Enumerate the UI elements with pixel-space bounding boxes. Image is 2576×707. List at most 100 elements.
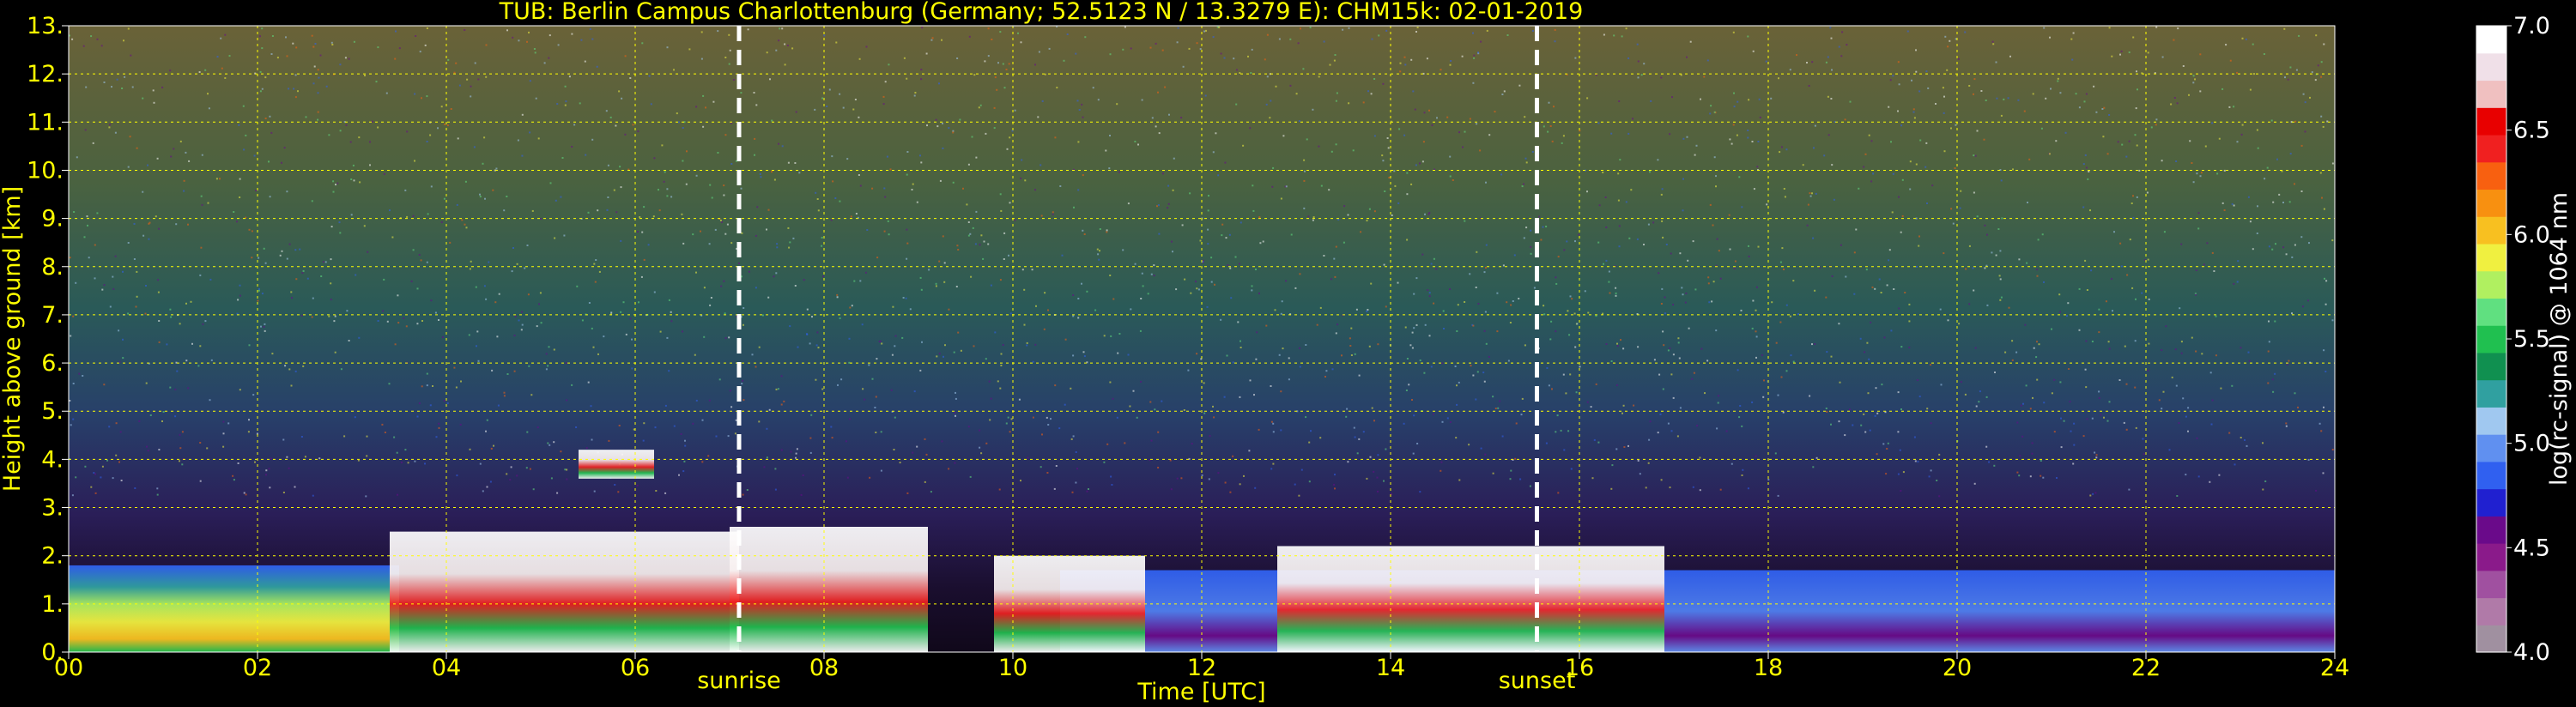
noise-pixel [129, 136, 131, 138]
noise-pixel [842, 106, 845, 109]
noise-pixel [477, 78, 480, 81]
noise-pixel [880, 431, 882, 433]
noise-pixel [822, 275, 824, 278]
noise-pixel [1802, 164, 1804, 166]
noise-pixel [1995, 61, 1997, 63]
noise-pixel [197, 365, 200, 367]
noise-pixel [1449, 288, 1452, 290]
noise-pixel [1180, 477, 1183, 480]
noise-pixel [305, 116, 307, 118]
noise-pixel [2141, 292, 2143, 294]
cloud-region [1277, 546, 1664, 652]
noise-pixel [142, 97, 144, 100]
noise-pixel [429, 134, 432, 136]
noise-pixel [264, 329, 266, 332]
noise-pixel [921, 341, 923, 343]
noise-pixel [1385, 305, 1387, 308]
noise-pixel [1422, 141, 1425, 143]
noise-pixel [264, 118, 267, 119]
noise-pixel [1736, 134, 1738, 136]
noise-pixel [720, 285, 723, 287]
noise-pixel [1855, 228, 1858, 231]
noise-pixel [1692, 486, 1694, 488]
noise-pixel [109, 124, 111, 126]
noise-pixel [1373, 470, 1375, 473]
noise-pixel [688, 48, 691, 51]
noise-pixel [1829, 27, 1832, 29]
noise-pixel [941, 440, 943, 443]
noise-pixel [1141, 272, 1143, 275]
noise-pixel [174, 415, 177, 418]
noise-pixel [533, 48, 536, 50]
noise-pixel [1814, 124, 1816, 127]
noise-pixel [156, 487, 159, 490]
noise-pixel [295, 278, 298, 281]
noise-pixel [723, 280, 725, 282]
noise-pixel [248, 344, 251, 347]
noise-pixel [1514, 457, 1517, 460]
noise-pixel [1615, 294, 1617, 297]
noise-pixel [1605, 343, 1608, 345]
noise-pixel [1021, 159, 1023, 161]
noise-pixel [797, 346, 799, 348]
noise-pixel [893, 449, 895, 450]
noise-pixel [1676, 435, 1679, 438]
noise-pixel [169, 69, 172, 72]
noise-pixel [440, 106, 443, 108]
noise-pixel [1385, 29, 1388, 32]
noise-pixel [1742, 468, 1744, 471]
noise-pixel [1557, 492, 1560, 494]
noise-pixel [1249, 379, 1252, 382]
noise-pixel [538, 303, 540, 305]
noise-pixel [796, 448, 798, 450]
noise-pixel [1952, 222, 1955, 225]
noise-pixel [1864, 431, 1867, 433]
noise-pixel [1931, 184, 1934, 187]
noise-pixel [1663, 344, 1665, 347]
noise-pixel [954, 412, 956, 414]
noise-pixel [1435, 268, 1438, 270]
noise-pixel [1531, 151, 1534, 153]
noise-pixel [444, 124, 446, 125]
noise-pixel [2108, 347, 2111, 350]
noise-pixel [1370, 93, 1373, 95]
noise-pixel [2270, 119, 2273, 122]
noise-pixel [971, 136, 973, 138]
noise-pixel [115, 454, 118, 456]
noise-pixel [1129, 405, 1131, 408]
noise-pixel [257, 299, 259, 302]
noise-pixel [2307, 458, 2310, 461]
noise-pixel [859, 280, 862, 282]
noise-pixel [94, 277, 96, 280]
noise-pixel [166, 343, 168, 346]
noise-pixel [426, 141, 428, 142]
noise-pixel [1890, 329, 1893, 332]
noise-pixel [1652, 221, 1655, 224]
noise-pixel [2268, 341, 2270, 343]
noise-pixel [1275, 85, 1277, 88]
noise-pixel [363, 225, 366, 227]
noise-pixel [1973, 93, 1974, 95]
noise-pixel [506, 373, 509, 375]
noise-pixel [1926, 408, 1929, 410]
noise-pixel [300, 436, 303, 438]
noise-pixel [2106, 153, 2109, 155]
noise-pixel [1294, 483, 1296, 486]
noise-pixel [2323, 208, 2325, 210]
noise-pixel [2068, 368, 2070, 370]
noise-pixel [1411, 347, 1414, 349]
noise-pixel [233, 479, 235, 481]
noise-pixel [1830, 98, 1833, 100]
noise-pixel [595, 259, 597, 261]
noise-pixel [1973, 289, 1975, 292]
noise-pixel [1086, 290, 1088, 293]
noise-pixel [1757, 141, 1760, 142]
noise-pixel [269, 486, 271, 489]
noise-pixel [261, 47, 264, 50]
noise-pixel [565, 362, 567, 365]
noise-pixel [1142, 285, 1144, 287]
noise-pixel [1475, 398, 1477, 401]
noise-pixel [1671, 96, 1673, 99]
noise-pixel [2025, 384, 2027, 387]
noise-pixel [2059, 381, 2062, 384]
